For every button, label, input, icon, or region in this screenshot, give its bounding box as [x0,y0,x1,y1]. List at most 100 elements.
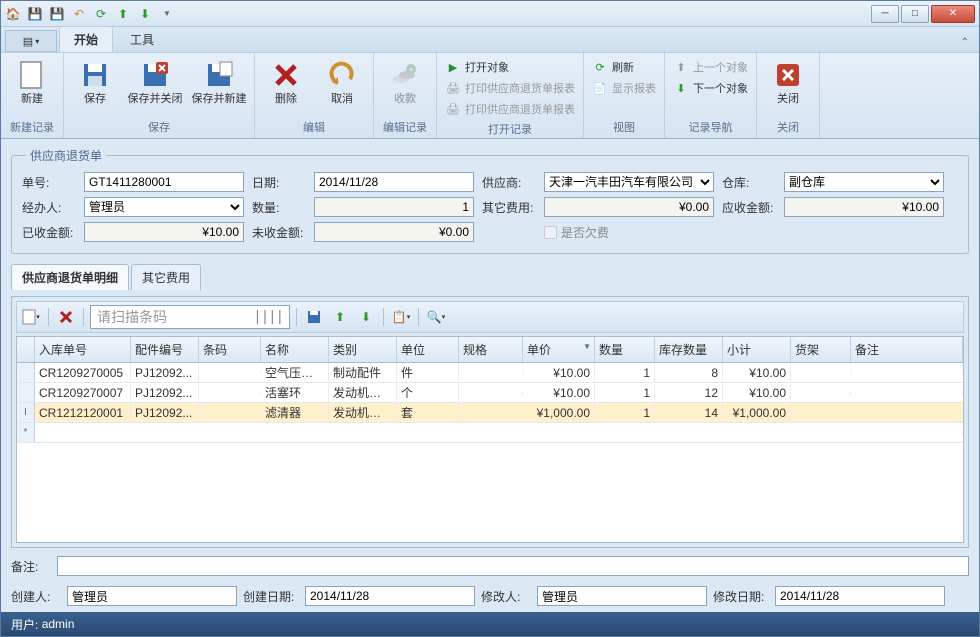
tab-tools[interactable]: 工具 [115,26,169,52]
select-jbr[interactable]: 管理员 [84,197,244,217]
sort-desc-icon: ▼ [583,342,591,351]
col-huojia[interactable]: 货架 [791,337,851,362]
down-arrow-icon: ⬇ [673,80,689,96]
col-peijian[interactable]: 配件编号 [131,337,199,362]
save-close-icon[interactable]: 💾 [49,6,65,22]
ribbon-group-label: 保存 [68,117,250,138]
tab-start[interactable]: 开始 [59,26,113,52]
detail-new-button[interactable]: ▾ [20,306,42,328]
input-xgr[interactable] [537,586,707,606]
titlebar: 🏠 💾 💾 ↶ ⟳ ⬆ ⬇ ▼ ─ □ ✕ [1,1,979,27]
home-icon[interactable]: 🏠 [5,6,21,22]
prev-record-button: ⬆上一个对象 [669,57,752,77]
refresh-button[interactable]: ⟳刷新 [588,57,660,77]
ribbon-group-label: 编辑记录 [378,117,432,138]
detail-save-button[interactable] [303,306,325,328]
col-ruku[interactable]: 入库单号 [35,337,131,362]
table-new-row[interactable]: * [17,423,963,443]
ribbon-group-view: ⟳刷新 📄显示报表 视图 [584,53,665,138]
minimize-button[interactable]: ─ [871,5,899,23]
col-danwei[interactable]: 单位 [397,337,459,362]
barcode-icon: |||| [253,309,283,325]
input-xgrq[interactable] [775,586,945,606]
input-beizhu[interactable] [57,556,969,576]
next-record-button[interactable]: ⬇下一个对象 [669,78,752,98]
label-cjr: 创建人: [11,588,61,605]
input-riqi[interactable] [314,172,474,192]
ribbon: 新建 新建记录 保存 保存并关闭 保存并新建 保存 删除 [1,53,979,139]
input-shuliang [314,197,474,217]
col-danjia[interactable]: 单价▼ [523,337,595,362]
save-close-button[interactable]: 保存并关闭 [124,55,186,109]
qat-dropdown-icon[interactable]: ▼ [159,6,175,22]
detail-copy-button[interactable]: 📋▾ [390,306,412,328]
file-menu-button[interactable]: ▤▾ [5,30,57,52]
col-guige[interactable]: 规格 [459,337,523,362]
ribbon-collapse-button[interactable]: ⌃ [951,33,979,52]
table-row[interactable]: ICR1212120001PJ12092...滤清器发动机配件套¥1,000.0… [17,403,963,423]
quick-access-toolbar: 🏠 💾 💾 ↶ ⟳ ⬆ ⬇ ▼ [5,6,175,22]
input-qtfy [544,197,714,217]
maximize-button[interactable]: □ [901,5,929,23]
grid-header-indicator [17,337,35,362]
up-arrow-icon: ⬆ [673,59,689,75]
save-new-icon [203,59,235,91]
label-shuliang: 数量: [252,199,306,216]
print-icon: 🖨 [445,80,461,96]
fieldset-legend: 供应商退货单 [26,147,106,164]
tab-detail-mingxi[interactable]: 供应商退货单明细 [11,264,129,290]
close-icon [772,59,804,91]
tab-detail-qita[interactable]: 其它费用 [131,264,201,290]
input-danhao[interactable] [84,172,244,192]
label-danhao: 单号: [22,174,76,191]
detail-delete-button[interactable] [55,306,77,328]
col-tiaoma[interactable]: 条码 [199,337,261,362]
detail-grid: 入库单号 配件编号 条码 名称 类别 单位 规格 单价▼ 数量 库存数量 小计 … [16,336,964,543]
col-kucun[interactable]: 库存数量 [655,337,723,362]
col-mingcheng[interactable]: 名称 [261,337,329,362]
undo-icon[interactable]: ↶ [71,6,87,22]
show-report-button: 📄显示报表 [588,78,660,98]
detail-search-button[interactable]: 🔍▾ [425,306,447,328]
select-cangku[interactable]: 副仓库 [784,172,944,192]
refresh-icon[interactable]: ⟳ [93,6,109,22]
print-icon: 🖨 [445,101,461,117]
report-icon: 📄 [592,80,608,96]
next-record-icon[interactable]: ⬇ [137,6,153,22]
col-beizhu[interactable]: 备注 [851,337,963,362]
table-row[interactable]: CR1209270005PJ12092...空气压缩机制动配件件¥10.0018… [17,363,963,383]
label-riqi: 日期: [252,174,306,191]
checkbox-qianfei[interactable]: 是否欠费 [544,224,609,241]
refresh-icon: ⟳ [592,59,608,75]
col-leibie[interactable]: 类别 [329,337,397,362]
label-yshje: 已收金额: [22,224,76,241]
detail-down-button[interactable]: ⬇ [355,306,377,328]
print-return2-button: 🖨打印供应商退货单报表 [441,99,579,119]
detail-up-button[interactable]: ⬆ [329,306,351,328]
open-object-button[interactable]: ▶打开对象 [441,57,579,77]
input-cjrq[interactable] [305,586,475,606]
ribbon-group-editrec: + 收款 编辑记录 [374,53,437,138]
col-shuliang[interactable]: 数量 [595,337,655,362]
barcode-input[interactable]: 请扫描条码 |||| [90,305,290,329]
col-xiaoji[interactable]: 小计 [723,337,791,362]
save-icon[interactable]: 💾 [27,6,43,22]
cancel-button[interactable]: 取消 [315,55,369,109]
grid-body[interactable]: CR1209270005PJ12092...空气压缩机制动配件件¥10.0018… [17,363,963,542]
delete-button[interactable]: 删除 [259,55,313,109]
ribbon-group-open: ▶打开对象 🖨打印供应商退货单报表 🖨打印供应商退货单报表 打开记录 [437,53,584,138]
window-controls: ─ □ ✕ [871,5,975,23]
close-window-button[interactable]: ✕ [931,5,975,23]
select-gys[interactable]: 天津一汽丰田汽车有限公司 [544,172,714,192]
label-xgr: 修改人: [481,588,531,605]
remark-row: 备注: [11,554,969,578]
prev-record-icon[interactable]: ⬆ [115,6,131,22]
save-new-button[interactable]: 保存并新建 [188,55,250,109]
table-row[interactable]: CR1209270007PJ12092...活塞环发动机配件个¥10.00112… [17,383,963,403]
close-button[interactable]: 关闭 [761,55,815,109]
new-button[interactable]: 新建 [5,55,59,109]
save-button[interactable]: 保存 [68,55,122,109]
input-cjr[interactable] [67,586,237,606]
ribbon-group-edit: 删除 取消 编辑 [255,53,374,138]
open-icon: ▶ [445,59,461,75]
